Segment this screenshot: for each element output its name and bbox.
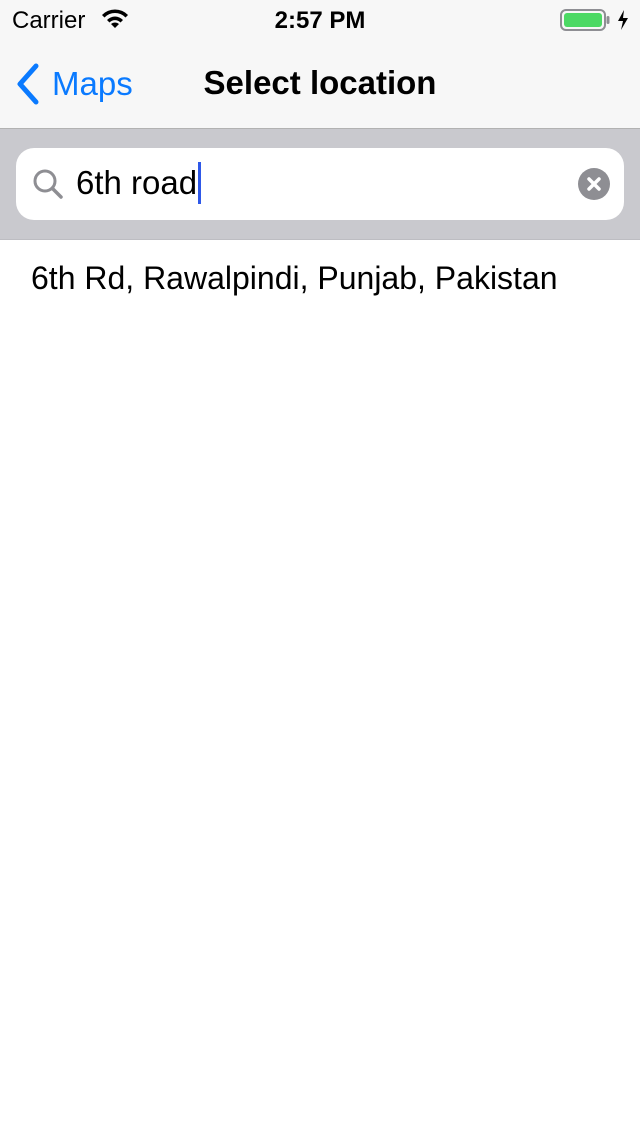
search-input-value: 6th road [76,162,202,204]
status-bar: Carrier 2:57 PM [0,0,640,40]
search-icon [33,169,63,199]
navigation-bar: Maps Select location [0,40,640,129]
search-bar: 6th road [0,129,640,240]
battery-icon [560,9,610,31]
search-input[interactable]: 6th road [16,148,624,220]
clear-icon[interactable] [578,168,610,200]
charging-bolt-icon [618,10,628,30]
close-icon [587,177,601,191]
status-time: 2:57 PM [274,7,366,34]
list-item[interactable]: 6th Rd, Rawalpindi, Punjab, Pakistan [0,240,640,316]
result-label: 6th Rd, Rawalpindi, Punjab, Pakistan [31,259,558,296]
text-caret [198,162,202,204]
page-title: Select location [203,64,437,101]
search-text: 6th road [76,164,198,201]
results-list: 6th Rd, Rawalpindi, Punjab, Pakistan [0,240,640,316]
